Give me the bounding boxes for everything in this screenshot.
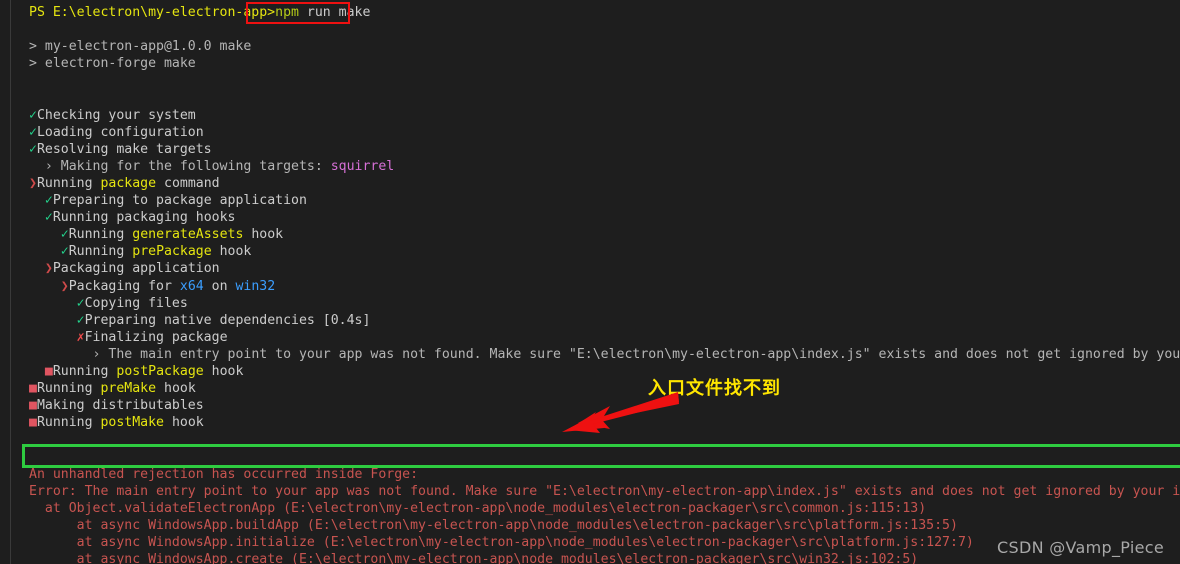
step-preparing-to-package: ✓Preparing to package application: [44, 193, 307, 209]
step-native-dependencies: ✓Preparing native dependencies [0.4s]: [76, 312, 371, 328]
check-icon: ✓: [44, 193, 53, 209]
cross-icon: ✗: [76, 329, 85, 345]
step-packaging-application: ❯Packaging application: [44, 261, 220, 277]
command-npm: npm: [275, 5, 299, 20]
script-line-2: > electron-forge make: [29, 56, 196, 72]
check-icon: ✓: [29, 124, 37, 140]
chevron-icon: ❯: [44, 261, 53, 277]
check-icon: ✓: [29, 141, 37, 157]
step-making-for-targets: › Making for the following targets: squi…: [44, 158, 395, 174]
check-icon: ✓: [29, 107, 37, 123]
square-icon: [45, 364, 53, 379]
step-copying-files: ✓Copying files: [76, 295, 188, 311]
square-icon: [29, 398, 37, 413]
arrow-small-icon: › Making for the following targets:: [44, 158, 331, 174]
square-icon: [29, 381, 37, 396]
step-hook-prepackage: ✓Running prePackage hook: [60, 244, 252, 260]
step-hook-postpackage: Running postPackage hook: [29, 363, 1180, 380]
step-hook-postmake: Running postMake hook: [29, 414, 1180, 431]
check-icon: ✓: [76, 295, 85, 311]
error-message: Error: The main entry point to your app …: [29, 483, 1180, 499]
terminal-output: PS E:\electron\my-electron-app>npm run m…: [0, 4, 1180, 564]
step-running-packaging-hooks: ✓Running packaging hooks: [44, 210, 236, 226]
check-icon: ✓: [76, 312, 85, 328]
prompt-line: PS E:\electron\my-electron-app>npm run m…: [29, 4, 1180, 21]
script-line-1: > my-electron-app@1.0.0 make: [29, 39, 252, 55]
command-args: run make: [298, 5, 371, 20]
prompt-text: PS E:\electron\my-electron-app>: [29, 5, 276, 20]
watermark-text: CSDN @Vamp_Piece: [997, 537, 1164, 557]
square-icon: [29, 415, 37, 430]
step-entry-point-detail: › The main entry point to your app was n…: [92, 346, 1180, 362]
step-running-package-command: ❯Running package command: [29, 175, 220, 191]
error-headline: An unhandled rejection has occurred insi…: [29, 466, 419, 482]
check-icon: ✓: [44, 210, 53, 226]
step-loading-configuration: ✓Loading configuration: [29, 124, 204, 140]
step-resolving-make-targets: ✓Resolving make targets: [29, 141, 212, 157]
check-icon: ✓: [60, 227, 69, 243]
step-packaging-for-arch: ❯Packaging for x64 on win32: [60, 278, 276, 294]
chevron-icon: ❯: [60, 278, 69, 294]
chevron-icon: ❯: [29, 175, 37, 191]
step-making-distributables: Making distributables: [29, 397, 1180, 414]
error-stack-line: at async WindowsApp.buildApp (E:\electro…: [44, 517, 958, 533]
check-icon: ✓: [60, 244, 69, 260]
step-finalizing-package: ✗Finalizing package: [76, 329, 228, 345]
step-hook-generate-assets: ✓Running generateAssets hook: [60, 227, 284, 243]
step-hook-premake: Running preMake hook: [29, 380, 1180, 397]
step-checking-system: ✓Checking your system: [29, 107, 196, 123]
annotation-note: 入口文件找不到: [648, 378, 781, 399]
error-stack-line: at Object.validateElectronApp (E:\electr…: [44, 500, 927, 516]
terminal-window[interactable]: PS E:\electron\my-electron-app>npm run m…: [0, 0, 1180, 564]
